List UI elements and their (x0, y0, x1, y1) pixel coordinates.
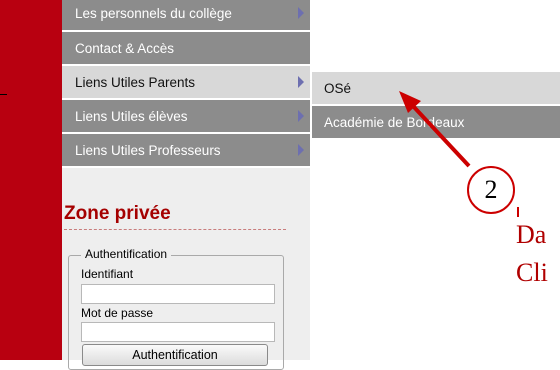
callout-tick (517, 207, 519, 217)
arrow-shaft (411, 104, 471, 168)
annotation-text-line1: Da (516, 220, 547, 249)
annotation-text-line2: Cli (516, 258, 548, 287)
step-number-badge: 2 (467, 166, 515, 214)
